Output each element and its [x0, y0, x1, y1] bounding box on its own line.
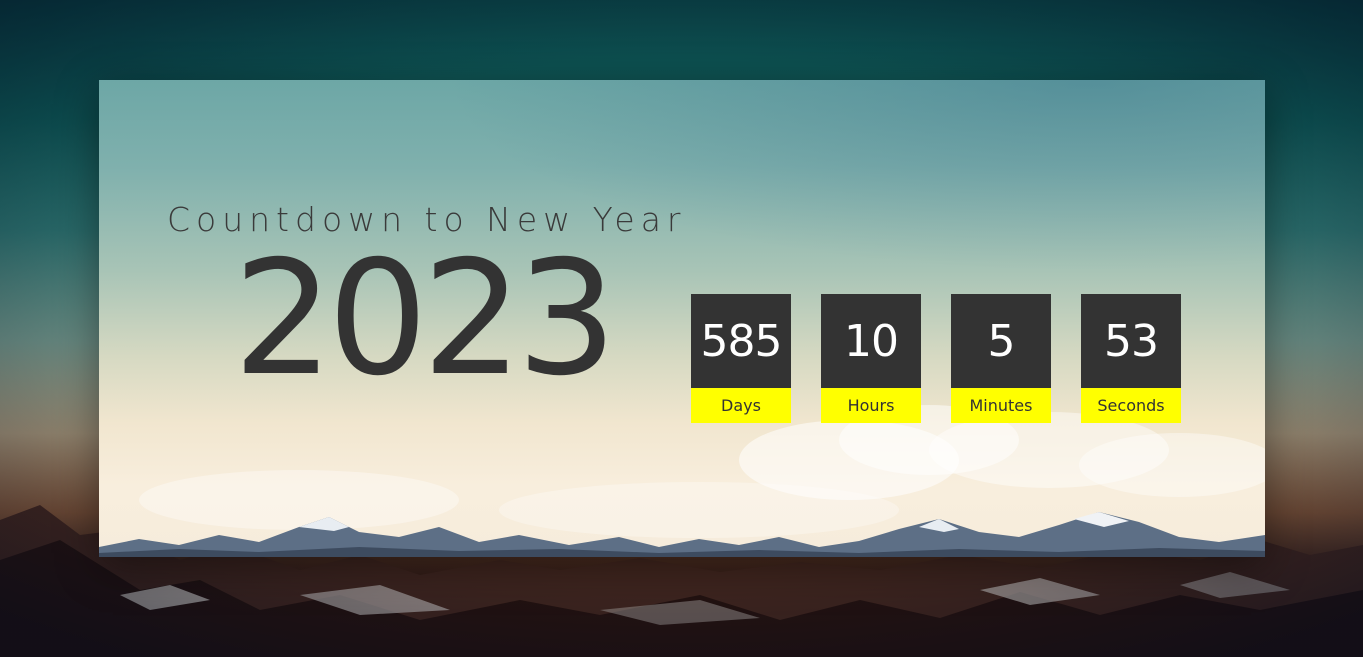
counter-minutes: 5 Minutes	[951, 294, 1051, 423]
counter-hours-label: Hours	[821, 388, 921, 423]
countdown-counters: 585 Days 10 Hours 5 Minutes 53 Seconds	[691, 294, 1181, 423]
countdown-card: Countdown to New Year 2023 585 Days 10 H…	[99, 80, 1265, 557]
card-mountains	[99, 512, 1265, 557]
counter-minutes-label: Minutes	[951, 388, 1051, 423]
counter-seconds-value: 53	[1081, 294, 1181, 388]
counter-days-label: Days	[691, 388, 791, 423]
counter-minutes-value: 5	[951, 294, 1051, 388]
counter-seconds: 53 Seconds	[1081, 294, 1181, 423]
counter-seconds-label: Seconds	[1081, 388, 1181, 423]
counter-hours: 10 Hours	[821, 294, 921, 423]
countdown-year: 2023	[233, 227, 617, 411]
counter-days: 585 Days	[691, 294, 791, 423]
counter-hours-value: 10	[821, 294, 921, 388]
counter-days-value: 585	[691, 294, 791, 388]
